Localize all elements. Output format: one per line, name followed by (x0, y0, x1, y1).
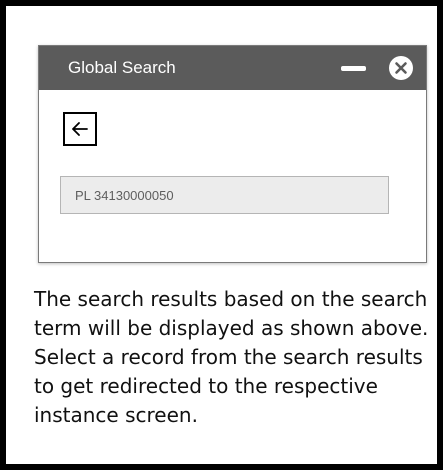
minimize-icon (341, 66, 366, 71)
tutorial-frame: Global Search The search results based o… (0, 0, 443, 470)
close-button[interactable] (389, 56, 413, 80)
dialog-title: Global Search (68, 58, 176, 77)
arrow-left-icon (72, 122, 88, 136)
dialog-titlebar: Global Search (39, 46, 426, 90)
search-input[interactable] (60, 176, 389, 214)
global-search-dialog: Global Search (38, 45, 427, 263)
instruction-text: The search results based on the search t… (34, 287, 429, 427)
minimize-button[interactable] (339, 58, 369, 78)
back-button[interactable] (63, 112, 97, 146)
close-circle-icon (395, 62, 407, 74)
